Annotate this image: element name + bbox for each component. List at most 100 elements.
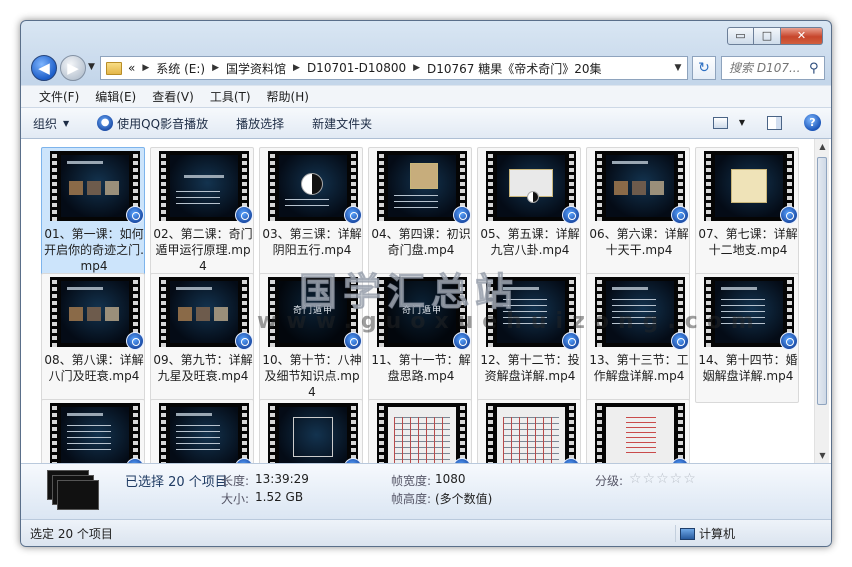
video-file-item[interactable] (259, 399, 363, 476)
video-file-item[interactable]: 06、第六课：详解十天干.mp4 (586, 147, 690, 277)
breadcrumb-folder-1[interactable]: 国学资料馆 (226, 60, 286, 77)
menu-view[interactable]: 查看(V) (152, 88, 194, 105)
frame-width-label: 帧宽度: (391, 474, 432, 488)
frame-width-value: 1080 (435, 472, 466, 486)
video-file-item[interactable] (368, 399, 472, 476)
video-file-item[interactable] (586, 399, 690, 476)
address-bar[interactable]: « ▶ 系统 (E:) ▶ 国学资料馆 ▶ D10701-D10800 ▶ D1… (100, 56, 688, 80)
slide-title: 奇门遁甲 (401, 306, 442, 316)
video-file-item[interactable]: 09、第九节：详解九星及旺衰.mp4 (150, 273, 254, 403)
taiji-icon (301, 173, 323, 195)
maximize-button[interactable]: □ (754, 27, 781, 45)
video-stack-icon (57, 480, 99, 510)
new-folder-button[interactable]: 新建文件夹 (312, 115, 372, 132)
qq-player-icon (344, 206, 362, 224)
chevron-right-icon[interactable]: ▶ (293, 63, 300, 73)
video-file-item[interactable]: 02、第二课：奇门遁甲运行原理.mp4 (150, 147, 254, 277)
qq-player-icon (235, 332, 253, 350)
film-strip-icon (50, 277, 59, 347)
slide-text-lines (176, 191, 220, 205)
slide-title: 奇门遁甲 (292, 306, 333, 316)
video-file-item[interactable]: 04、第四课：初识奇门盘.mp4 (368, 147, 472, 277)
chevron-down-icon[interactable]: ▼ (739, 118, 745, 127)
status-selected: 选定 20 个项目 (30, 526, 113, 541)
file-name: 02、第二课：奇门遁甲运行原理.mp4 (153, 227, 253, 273)
video-file-item[interactable]: 奇门遁甲 10、第十节：八神及细节知识点.mp4 (259, 273, 363, 403)
slide-text-lines (394, 195, 438, 209)
rating-stars[interactable]: ☆☆☆☆☆ (629, 471, 697, 487)
scroll-thumb[interactable] (817, 157, 827, 405)
scroll-down-icon[interactable]: ▼ (815, 448, 830, 463)
video-file-item[interactable]: 05、第五课：详解九宫八卦.mp4 (477, 147, 581, 277)
refresh-icon[interactable]: ↻ (692, 56, 716, 80)
slide-image (650, 181, 664, 195)
thumbnail-frame (388, 407, 456, 469)
search-icon[interactable]: ⚲ (809, 61, 819, 76)
thumbnail-frame (279, 155, 347, 217)
slide-title-bar (184, 175, 224, 178)
toolbar-right: ▼ ? (712, 114, 821, 131)
minimize-button[interactable]: ▭ (727, 27, 754, 45)
play-selected-button[interactable]: 播放选择 (236, 115, 284, 132)
help-icon[interactable]: ? (804, 114, 821, 131)
chevron-down-icon[interactable]: ▼ (669, 63, 687, 73)
rating-label: 分级: (595, 474, 624, 488)
breadcrumb-folder-3[interactable]: D10767 糖果《帝术奇门》20集 (427, 60, 602, 77)
vertical-scrollbar[interactable]: ▲ ▼ (814, 139, 829, 463)
scroll-up-icon[interactable]: ▲ (815, 139, 830, 154)
video-file-item[interactable]: 14、第十四节：婚姻解盘详解.mp4 (695, 273, 799, 403)
close-button[interactable]: ✕ (781, 27, 823, 45)
video-file-item[interactable] (477, 399, 581, 476)
menu-file[interactable]: 文件(F) (39, 88, 79, 105)
file-list-view[interactable]: 01、第一课：如何开启你的奇迹之门.mp4 02、第二课：奇门遁甲运行原理.mp4… (21, 139, 831, 476)
chevron-right-icon[interactable]: ▶ (142, 63, 149, 73)
thumbnail-frame (388, 155, 456, 217)
frame-height-label: 帧高度: (391, 492, 432, 506)
chart-grid (394, 417, 450, 465)
breadcrumb-folder-2[interactable]: D10701-D10800 (307, 61, 406, 75)
film-strip-icon (486, 277, 495, 347)
file-name: 13、第十三节：工作解盘详解.mp4 (589, 353, 689, 383)
slide-text-lines (503, 299, 547, 329)
video-file-item[interactable]: 03、第三课：详解阴阳五行.mp4 (259, 147, 363, 277)
video-file-item[interactable] (150, 399, 254, 476)
forward-button[interactable]: ▶ (60, 55, 86, 81)
file-name: 07、第七课：详解十二地支.mp4 (698, 227, 798, 257)
menu-edit[interactable]: 编辑(E) (95, 88, 136, 105)
caption-buttons: ▭ □ ✕ (727, 27, 823, 45)
preview-pane-icon[interactable] (767, 115, 782, 130)
video-file-item[interactable]: 08、第八课：详解八门及旺衰.mp4 (41, 273, 145, 403)
back-button[interactable]: ◀ (31, 55, 57, 81)
frame-height-value: (多个数值) (435, 492, 493, 506)
play-with-qq-button[interactable]: ● 使用QQ影音播放 (97, 115, 208, 132)
recent-pages-chevron-icon[interactable]: ▼ (88, 62, 95, 72)
status-location: 计算机 (675, 525, 735, 542)
search-input[interactable] (729, 61, 809, 75)
change-view-icon[interactable] (712, 116, 728, 129)
video-file-item[interactable]: 12、第十二节：投资解盘详解.mp4 (477, 273, 581, 403)
slide-title-bar (67, 287, 103, 290)
slide-image (69, 181, 83, 195)
menu-tools[interactable]: 工具(T) (210, 88, 251, 105)
film-strip-icon (159, 151, 168, 221)
thumbnail-frame (61, 155, 129, 217)
film-strip-icon (268, 151, 277, 221)
video-file-item[interactable]: 13、第十三节：工作解盘详解.mp4 (586, 273, 690, 403)
chevron-right-icon[interactable]: ▶ (212, 63, 219, 73)
video-file-item[interactable] (41, 399, 145, 476)
qq-player-icon (344, 332, 362, 350)
video-file-item[interactable]: 01、第一课：如何开启你的奇迹之门.mp4 (41, 147, 145, 277)
search-box[interactable]: ⚲ (721, 56, 825, 80)
film-strip-icon (595, 151, 604, 221)
file-name: 10、第十节：八神及细节知识点.mp4 (262, 353, 362, 399)
film-strip-icon (595, 277, 604, 347)
details-pane: 已选择 20 个项目 长度: 13:39:29 大小: 1.52 GB 帧宽度:… (21, 463, 831, 519)
organize-button[interactable]: 组织 ▼ (33, 115, 69, 132)
breadcrumb-drive[interactable]: 系统 (E:) (156, 60, 205, 77)
video-file-item[interactable]: 07、第七课：详解十二地支.mp4 (695, 147, 799, 277)
menu-help[interactable]: 帮助(H) (267, 88, 309, 105)
video-file-item[interactable]: 奇门遁甲 11、第十一节：解盘思路.mp4 (368, 273, 472, 403)
chevron-right-icon[interactable]: ▶ (413, 63, 420, 73)
slide-image (178, 307, 192, 321)
breadcrumb-overflow[interactable]: « (128, 61, 135, 75)
